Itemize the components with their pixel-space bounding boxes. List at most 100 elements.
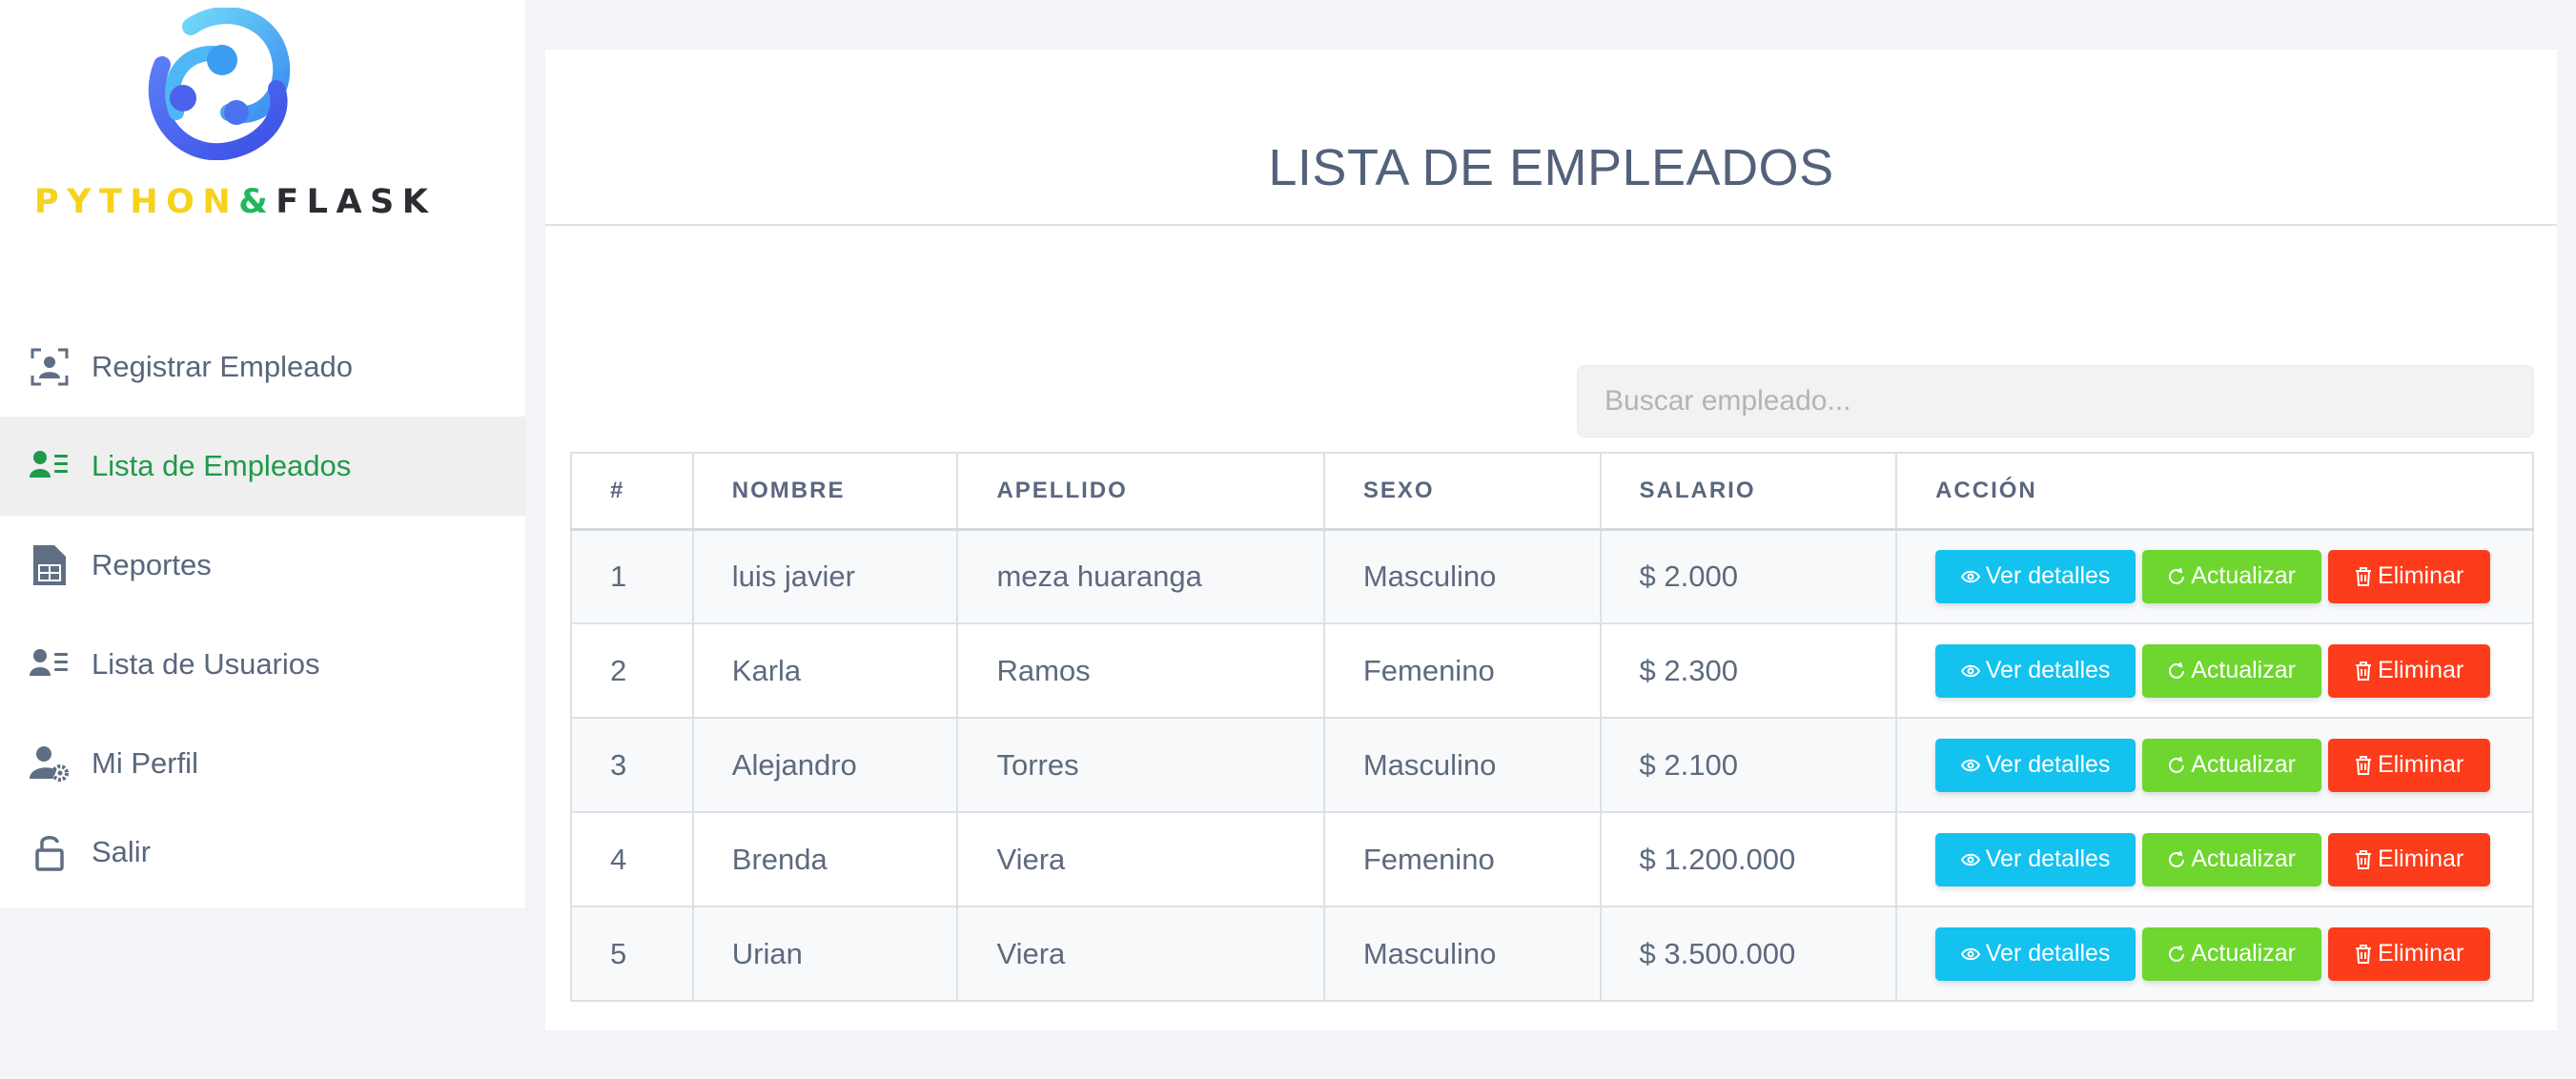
update-label: Actualizar [2191, 940, 2296, 967]
update-button[interactable]: Actualizar [2142, 643, 2322, 698]
delete-button[interactable]: Eliminar [2328, 926, 2491, 981]
sidebar-nav: Registrar Empleado Lista de Empleados Re… [0, 317, 525, 891]
delete-button[interactable]: Eliminar [2328, 549, 2491, 603]
sidebar-item-salir[interactable]: Salir [0, 813, 525, 891]
delete-label: Eliminar [2377, 657, 2464, 683]
trash-icon [2355, 661, 2371, 681]
view-details-button[interactable]: Ver detalles [1935, 643, 2136, 698]
search-input[interactable] [1577, 365, 2534, 438]
python-flask-logo[interactable]: PYTHON&FLASK [0, 0, 525, 238]
cell-apellido: Torres [956, 717, 1325, 813]
cell-id: 2 [570, 622, 694, 719]
page-title: LISTA DE EMPLEADOS [545, 50, 2557, 226]
trash-icon [2355, 566, 2371, 586]
refresh-icon [2169, 662, 2185, 679]
view-details-button[interactable]: Ver detalles [1935, 738, 2136, 792]
cell-salario: $ 3.500.000 [1599, 906, 1898, 1002]
view-details-label: Ver detalles [1985, 562, 2111, 590]
cell-nombre: Urian [691, 906, 959, 1002]
column-header-apellido: APELLIDO [956, 452, 1325, 531]
cell-apellido: Viera [956, 811, 1325, 907]
table-row: 2 Karla Ramos Femenino $ 2.300 Ver detal… [570, 622, 2534, 719]
cell-nombre: Brenda [691, 811, 959, 907]
cell-id: 1 [570, 528, 694, 624]
cell-actions: Ver detalles Actualizar Eliminar [1895, 528, 2534, 624]
cell-nombre: Alejandro [691, 717, 959, 813]
row-actions: Ver detalles Actualizar Eliminar [1935, 738, 2532, 792]
sidebar-item-lista-empleados[interactable]: Lista de Empleados [0, 417, 525, 516]
view-details-button[interactable]: Ver detalles [1935, 549, 2136, 603]
delete-label: Eliminar [2377, 751, 2464, 778]
delete-button[interactable]: Eliminar [2328, 643, 2491, 698]
cell-actions: Ver detalles Actualizar Eliminar [1895, 622, 2534, 719]
eye-icon [1960, 759, 1980, 771]
cell-id: 5 [570, 906, 694, 1002]
cell-actions: Ver detalles Actualizar Eliminar [1895, 811, 2534, 907]
column-header-id: # [570, 452, 694, 531]
cell-salario: $ 2.100 [1599, 717, 1898, 813]
table-row: 1 luis javier meza huaranga Masculino $ … [570, 528, 2534, 624]
row-actions: Ver detalles Actualizar Eliminar [1935, 926, 2532, 981]
user-list-icon [29, 643, 71, 685]
eye-icon [1960, 947, 1980, 960]
cell-id: 4 [570, 811, 694, 907]
cell-sexo: Femenino [1322, 811, 1602, 907]
cell-sexo: Masculino [1322, 717, 1602, 813]
delete-label: Eliminar [2377, 940, 2464, 967]
update-button[interactable]: Actualizar [2142, 926, 2322, 981]
row-actions: Ver detalles Actualizar Eliminar [1935, 832, 2532, 886]
view-details-label: Ver detalles [1985, 751, 2111, 778]
unlock-icon [29, 831, 71, 873]
cell-actions: Ver detalles Actualizar Eliminar [1895, 717, 2534, 813]
cell-salario: $ 2.000 [1599, 528, 1898, 624]
cell-nombre: luis javier [691, 528, 959, 624]
cell-sexo: Masculino [1322, 528, 1602, 624]
cell-salario: $ 1.200.000 [1599, 811, 1898, 907]
column-header-sexo: SEXO [1322, 452, 1602, 531]
trash-icon [2355, 849, 2371, 869]
employees-table: # NOMBRE APELLIDO SEXO SALARIO ACCIÓN 1 … [570, 452, 2534, 1002]
cell-apellido: Viera [956, 906, 1325, 1002]
employee-list-card: LISTA DE EMPLEADOS # NOMBRE APELLIDO SEX… [545, 50, 2557, 1030]
sidebar-item-mi-perfil[interactable]: Mi Perfil [0, 714, 525, 813]
delete-label: Eliminar [2377, 562, 2464, 590]
refresh-icon [2169, 945, 2185, 962]
table-row: 5 Urian Viera Masculino $ 3.500.000 Ver … [570, 906, 2534, 1002]
eye-icon [1960, 664, 1980, 677]
eye-icon [1960, 570, 1980, 582]
update-label: Actualizar [2191, 751, 2296, 778]
sidebar-item-label: Salir [92, 835, 152, 868]
refresh-icon [2169, 756, 2185, 773]
update-label: Actualizar [2191, 657, 2296, 683]
update-label: Actualizar [2191, 562, 2296, 590]
update-button[interactable]: Actualizar [2142, 832, 2322, 886]
delete-button[interactable]: Eliminar [2328, 738, 2491, 792]
refresh-icon [2169, 850, 2185, 867]
trash-icon [2355, 944, 2371, 964]
sidebar-item-label: Lista de Usuarios [92, 647, 320, 681]
view-details-button[interactable]: Ver detalles [1935, 926, 2136, 981]
cell-actions: Ver detalles Actualizar Eliminar [1895, 906, 2534, 1002]
report-sheet-icon [29, 544, 71, 586]
delete-button[interactable]: Eliminar [2328, 832, 2491, 886]
sidebar-item-registrar-empleado[interactable]: Registrar Empleado [0, 317, 525, 417]
sidebar-item-lista-usuarios[interactable]: Lista de Usuarios [0, 615, 525, 714]
view-details-button[interactable]: Ver detalles [1935, 832, 2136, 886]
user-list-icon [29, 445, 71, 487]
cell-nombre: Karla [691, 622, 959, 719]
row-actions: Ver detalles Actualizar Eliminar [1935, 643, 2532, 698]
sidebar-item-label: Mi Perfil [92, 746, 198, 780]
cell-apellido: meza huaranga [956, 528, 1325, 624]
sidebar-item-label: Reportes [92, 548, 212, 581]
update-button[interactable]: Actualizar [2142, 549, 2322, 603]
update-button[interactable]: Actualizar [2142, 738, 2322, 792]
row-actions: Ver detalles Actualizar Eliminar [1935, 549, 2532, 603]
view-details-label: Ver detalles [1985, 940, 2111, 967]
register-user-icon [29, 346, 71, 388]
view-details-label: Ver detalles [1985, 657, 2111, 683]
sidebar-item-reportes[interactable]: Reportes [0, 516, 525, 615]
table-header-row: # NOMBRE APELLIDO SEXO SALARIO ACCIÓN [570, 452, 2534, 531]
delete-label: Eliminar [2377, 845, 2464, 872]
cell-sexo: Masculino [1322, 906, 1602, 1002]
cell-sexo: Femenino [1322, 622, 1602, 719]
